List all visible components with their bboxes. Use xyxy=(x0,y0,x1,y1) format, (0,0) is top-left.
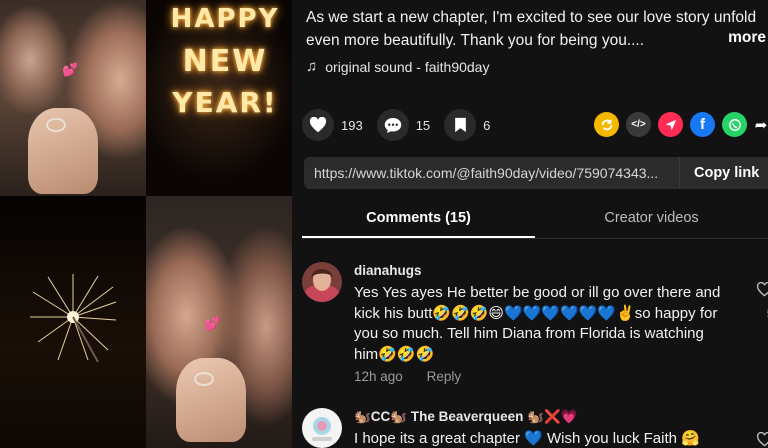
save-button[interactable]: 6 xyxy=(444,109,490,141)
photo-happy-new-year-sign: HAPPY NEW YEAR! xyxy=(146,0,292,196)
whatsapp-icon[interactable] xyxy=(722,112,747,137)
comment-text: Yes Yes ayes He better be good or ill go… xyxy=(354,284,721,363)
hand xyxy=(176,358,246,442)
comment-count: 15 xyxy=(415,117,431,133)
tab-comments[interactable]: Comments (15) xyxy=(302,200,535,238)
repost-icon[interactable] xyxy=(594,112,619,137)
copy-link-button[interactable]: Copy link xyxy=(679,157,768,189)
comment-meta: 12h ago Reply xyxy=(354,369,732,384)
video-description: As we start a new chapter, I'm excited t… xyxy=(306,9,757,49)
comment-body: dianahugs Yes Yes ayes He better be good… xyxy=(354,262,732,384)
engagement-ring xyxy=(194,372,214,386)
heart-icon xyxy=(302,109,334,141)
reply-button[interactable]: Reply xyxy=(427,369,462,384)
photo-couple-bottom: 💕 xyxy=(146,196,292,448)
sparkler-icon xyxy=(30,274,117,362)
heart-outline-icon xyxy=(756,281,768,297)
engagement-actions: 193 15 6 xyxy=(302,109,504,141)
video-url: https://www.tiktok.com/@faith90day/video… xyxy=(314,165,659,181)
facebook-icon[interactable]: f xyxy=(690,112,715,137)
tab-bar: Comments (15) Creator videos xyxy=(302,200,768,239)
marquee-line-2: NEW xyxy=(182,44,268,79)
like-count: 193 xyxy=(341,117,363,133)
send-icon[interactable] xyxy=(658,112,683,137)
save-count: 6 xyxy=(483,117,491,133)
music-note-icon: ♫ xyxy=(306,58,318,75)
bookmark-icon xyxy=(444,109,477,141)
comment-body: 🐿️CC🐿️ The Beaverqueen 🐿️❌💗 I hope its a… xyxy=(354,408,732,448)
hearts-sticker: 💕 xyxy=(62,62,78,77)
embed-icon[interactable]: </> xyxy=(626,112,651,137)
comment-like-button[interactable] xyxy=(752,431,768,448)
comment-username[interactable]: dianahugs xyxy=(354,262,732,280)
hearts-sticker: 💕 xyxy=(204,316,220,331)
photo-couple-top: 💕 xyxy=(0,0,146,196)
sound-label: original sound - faith90day xyxy=(325,58,490,75)
avatar[interactable] xyxy=(302,262,342,302)
comment-text: I hope its a great chapter 💙 Wish you lu… xyxy=(354,430,700,447)
avatar[interactable] xyxy=(302,408,342,448)
video-player[interactable]: 💕 HAPPY NEW YEAR! 💕 xyxy=(0,0,292,448)
sound-link[interactable]: ♫ original sound - faith90day xyxy=(306,58,489,75)
more-link[interactable]: more xyxy=(728,29,766,47)
engagement-ring xyxy=(46,118,66,132)
comment-like-button[interactable] xyxy=(752,281,768,302)
comment-timestamp: 12h ago xyxy=(354,369,403,384)
share-options: </> f ➦ xyxy=(594,112,768,137)
photo-sparkler xyxy=(0,196,146,448)
like-button[interactable]: 193 xyxy=(302,109,363,141)
tab-creator-videos[interactable]: Creator videos xyxy=(535,200,768,238)
forward-icon[interactable]: ➦ xyxy=(754,112,768,137)
comment-username[interactable]: 🐿️CC🐿️ The Beaverqueen 🐿️❌💗 xyxy=(354,408,732,426)
share-link-bar: https://www.tiktok.com/@faith90day/video… xyxy=(304,157,768,189)
marquee-line-3: YEAR! xyxy=(172,86,278,119)
comment-bubble-icon xyxy=(376,109,409,141)
heart-outline-icon xyxy=(756,431,768,447)
marquee-line-1: HAPPY xyxy=(170,4,280,34)
comment-button[interactable]: 15 xyxy=(376,109,431,141)
video-info-panel: As we start a new chapter, I'm excited t… xyxy=(292,0,768,448)
